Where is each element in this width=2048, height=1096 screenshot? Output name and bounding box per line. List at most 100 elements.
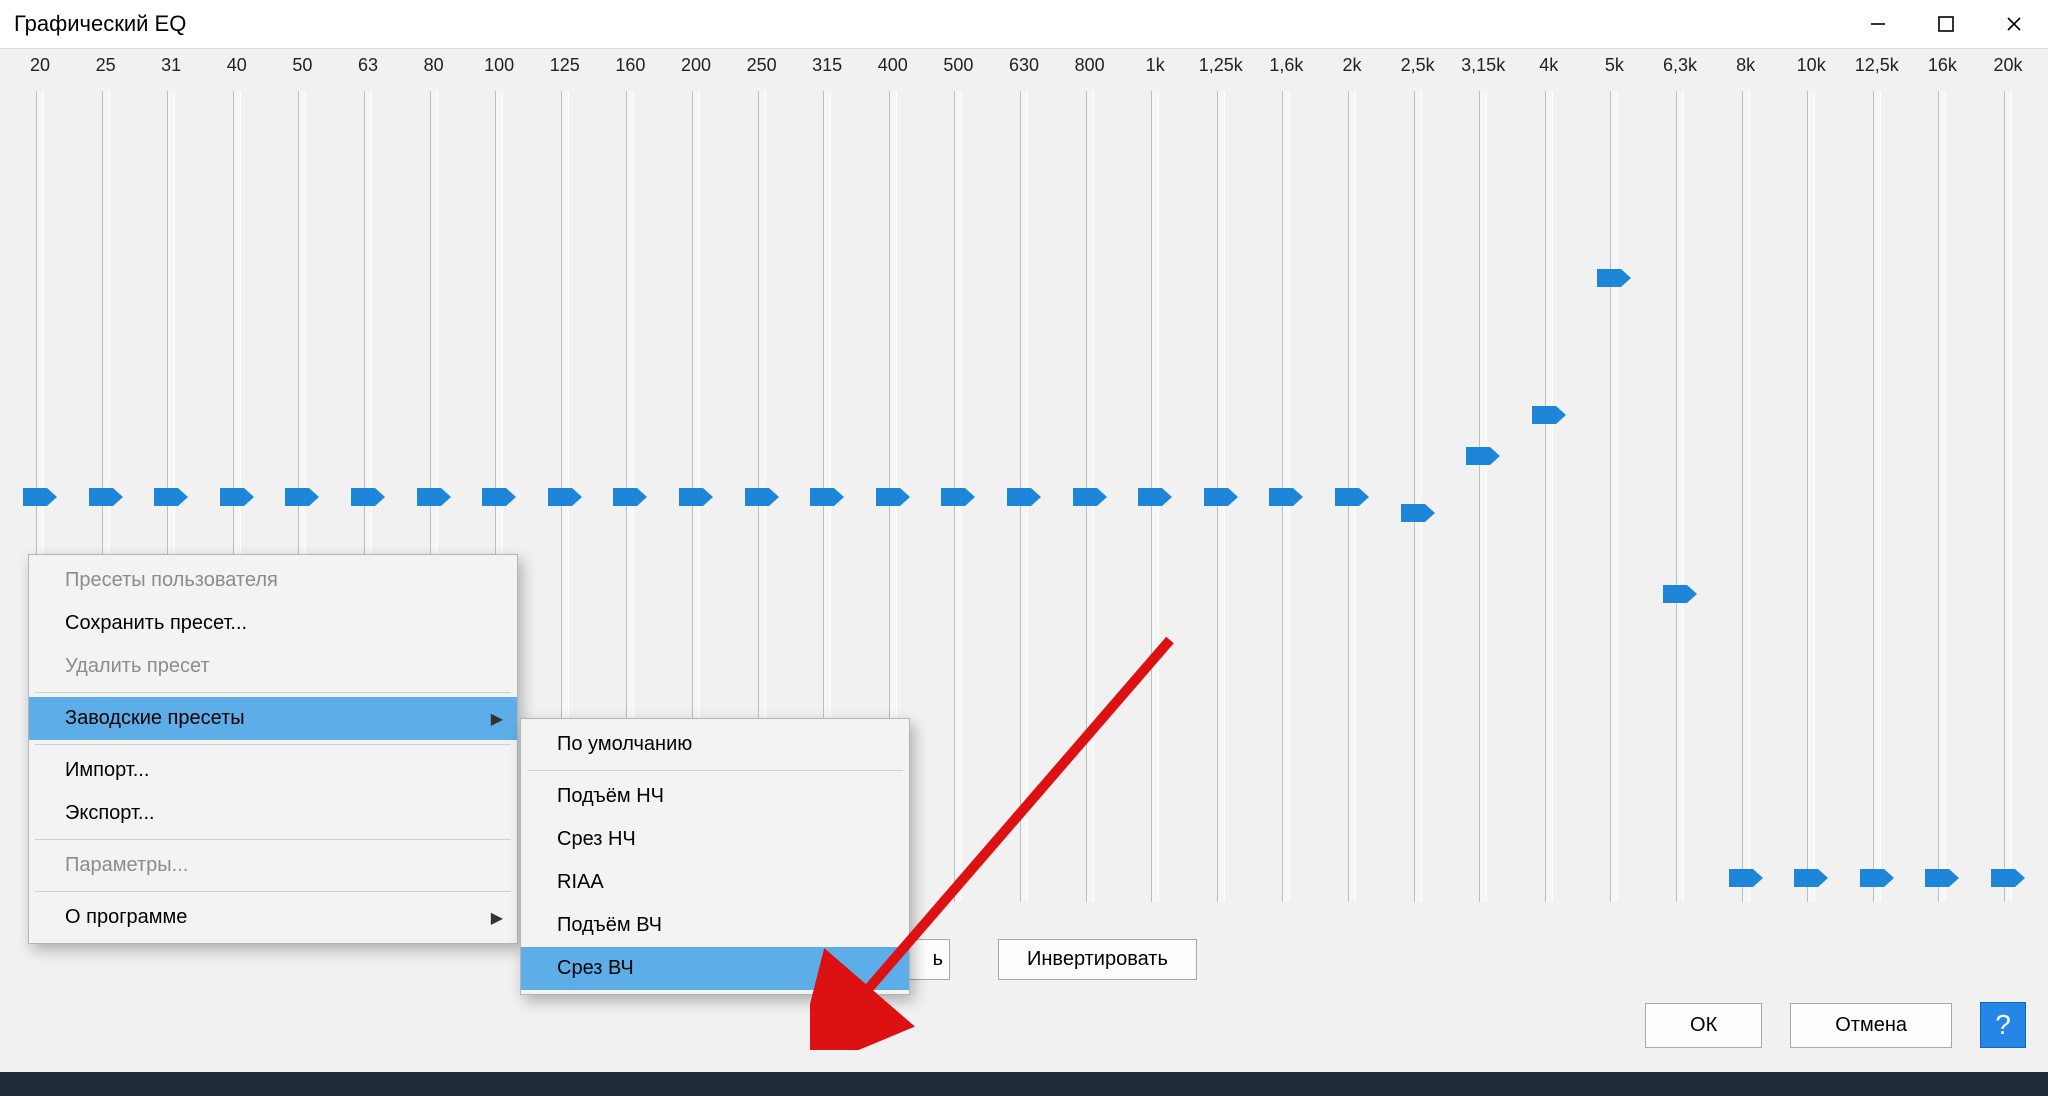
freq-label: 25 [96, 55, 116, 76]
eq-slider-thumb[interactable] [1794, 869, 1828, 887]
eq-slider-thumb[interactable] [1991, 869, 2025, 887]
eq-slider-thumb[interactable] [220, 488, 254, 506]
eq-slider-track[interactable] [1873, 91, 1881, 902]
eq-slider-track[interactable] [1479, 91, 1487, 902]
freq-label: 6,3k [1663, 55, 1697, 76]
eq-slider-thumb[interactable] [679, 488, 713, 506]
menu-about[interactable]: О программе ▶ [29, 896, 517, 939]
dialog-buttons: ОК Отмена ? [1645, 1002, 2026, 1048]
freq-label: 10k [1797, 55, 1826, 76]
eq-slider-thumb[interactable] [1663, 585, 1697, 603]
freq-label: 400 [878, 55, 908, 76]
eq-slider-thumb[interactable] [285, 488, 319, 506]
freq-label: 5k [1605, 55, 1624, 76]
maximize-button[interactable] [1912, 0, 1980, 48]
freq-label: 500 [943, 55, 973, 76]
eq-slider-thumb[interactable] [351, 488, 385, 506]
cancel-button[interactable]: Отмена [1790, 1003, 1952, 1048]
chevron-right-icon: ▶ [491, 709, 503, 729]
eq-slider-thumb[interactable] [482, 488, 516, 506]
eq-slider-thumb[interactable] [1925, 869, 1959, 887]
eq-slider-track[interactable] [1414, 91, 1422, 902]
eq-slider-thumb[interactable] [1335, 488, 1369, 506]
eq-slider-thumb[interactable] [1597, 269, 1631, 287]
submenu-treble-boost[interactable]: Подъём ВЧ [521, 904, 909, 947]
menu-about-label: О программе [65, 906, 187, 928]
eq-slider-thumb[interactable] [23, 488, 57, 506]
eq-slider-track[interactable] [1742, 91, 1750, 902]
freq-label: 16k [1928, 55, 1957, 76]
context-menu-main: Пресеты пользователя Сохранить пресет...… [28, 554, 518, 944]
freq-label: 50 [292, 55, 312, 76]
eq-slider-track[interactable] [1545, 91, 1553, 902]
help-button[interactable]: ? [1980, 1002, 2026, 1048]
freq-label: 200 [681, 55, 711, 76]
invert-button[interactable]: Инвертировать [998, 939, 1197, 980]
menu-separator [35, 744, 511, 745]
eq-slider-thumb[interactable] [941, 488, 975, 506]
submenu-default[interactable]: По умолчанию [521, 723, 909, 766]
menu-factory-presets-label: Заводские пресеты [65, 707, 245, 729]
eq-slider-thumb[interactable] [745, 488, 779, 506]
eq-slider-thumb[interactable] [810, 488, 844, 506]
eq-slider-thumb[interactable] [1401, 504, 1435, 522]
menu-separator [527, 770, 903, 771]
eq-slider-thumb[interactable] [1532, 406, 1566, 424]
hidden-button-fragment[interactable]: ь [908, 939, 950, 980]
eq-slider-track[interactable] [1938, 91, 1946, 902]
menu-options: Параметры... [29, 844, 517, 887]
eq-slider-thumb[interactable] [1073, 488, 1107, 506]
taskbar-strip [0, 1072, 2048, 1096]
context-menu-factory: По умолчанию Подъём НЧ Срез НЧ RIAA Подъ… [520, 718, 910, 995]
freq-label: 250 [747, 55, 777, 76]
eq-slider-thumb[interactable] [89, 488, 123, 506]
menu-user-presets-header: Пресеты пользователя [29, 559, 517, 602]
eq-slider-thumb[interactable] [548, 488, 582, 506]
eq-slider-thumb[interactable] [613, 488, 647, 506]
eq-slider-thumb[interactable] [1269, 488, 1303, 506]
eq-slider-track[interactable] [1807, 91, 1815, 902]
freq-label: 800 [1075, 55, 1105, 76]
close-button[interactable] [1980, 0, 2048, 48]
freq-label: 125 [550, 55, 580, 76]
freq-label: 40 [227, 55, 247, 76]
eq-slider-thumb[interactable] [417, 488, 451, 506]
freq-label: 2,5k [1401, 55, 1435, 76]
eq-slider-track[interactable] [1676, 91, 1684, 902]
freq-label: 1,25k [1199, 55, 1243, 76]
freq-label: 160 [615, 55, 645, 76]
freq-label: 630 [1009, 55, 1039, 76]
ok-button[interactable]: ОК [1645, 1003, 1762, 1048]
submenu-bass-boost[interactable]: Подъём НЧ [521, 775, 909, 818]
menu-delete-preset: Удалить пресет [29, 645, 517, 688]
freq-label: 20k [1993, 55, 2022, 76]
eq-slider-thumb[interactable] [1138, 488, 1172, 506]
freq-label: 3,15k [1461, 55, 1505, 76]
window-title: Графический EQ [14, 11, 186, 37]
eq-slider-thumb[interactable] [1007, 488, 1041, 506]
submenu-riaa[interactable]: RIAA [521, 861, 909, 904]
eq-slider-track[interactable] [2004, 91, 2012, 902]
window-controls [1844, 0, 2048, 48]
menu-import[interactable]: Импорт... [29, 749, 517, 792]
freq-label: 80 [424, 55, 444, 76]
freq-label: 12,5k [1855, 55, 1899, 76]
eq-slider-track[interactable] [1610, 91, 1618, 902]
eq-slider-thumb[interactable] [1860, 869, 1894, 887]
submenu-bass-cut[interactable]: Срез НЧ [521, 818, 909, 861]
submenu-treble-cut[interactable]: Срез ВЧ [521, 947, 909, 990]
minimize-button[interactable] [1844, 0, 1912, 48]
eq-slider-thumb[interactable] [1729, 869, 1763, 887]
freq-label: 100 [484, 55, 514, 76]
menu-export[interactable]: Экспорт... [29, 792, 517, 835]
eq-slider-thumb[interactable] [876, 488, 910, 506]
freq-label: 315 [812, 55, 842, 76]
eq-slider-thumb[interactable] [1466, 447, 1500, 465]
eq-slider-thumb[interactable] [154, 488, 188, 506]
freq-label: 20 [30, 55, 50, 76]
menu-factory-presets[interactable]: Заводские пресеты ▶ [29, 697, 517, 740]
menu-save-preset[interactable]: Сохранить пресет... [29, 602, 517, 645]
titlebar: Графический EQ [0, 0, 2048, 48]
freq-label: 31 [161, 55, 181, 76]
eq-slider-thumb[interactable] [1204, 488, 1238, 506]
